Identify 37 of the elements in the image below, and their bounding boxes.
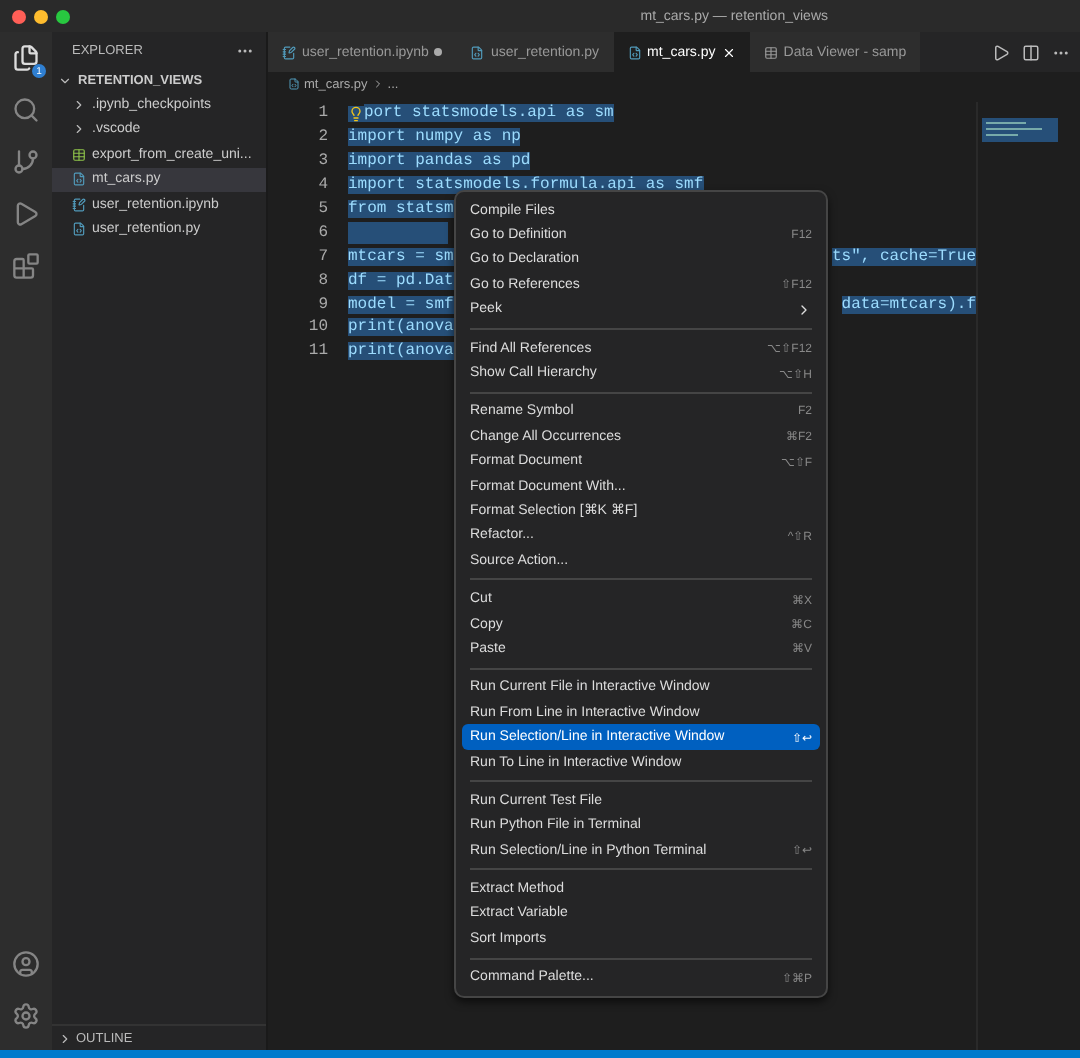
line-number: 1	[316, 104, 330, 123]
line-number: 9	[316, 295, 330, 314]
file-icon	[72, 172, 86, 187]
line-number: 4	[316, 176, 330, 195]
line-number: 7	[316, 247, 330, 266]
file-icon	[288, 78, 300, 90]
notebook-icon	[72, 197, 86, 212]
line-number: 6	[316, 223, 330, 242]
line-number: 11	[306, 342, 330, 361]
chevron-icon[interactable]	[58, 1031, 72, 1045]
run-icon[interactable]	[992, 43, 1010, 61]
line-number: 3	[316, 152, 330, 171]
close-icon[interactable]	[721, 45, 736, 59]
account-icon[interactable]	[12, 950, 40, 978]
close-button[interactable]	[12, 9, 26, 23]
minimize-button[interactable]	[34, 9, 48, 23]
file-icon	[72, 222, 86, 237]
line-number: 5	[316, 200, 330, 218]
table-icon	[763, 45, 778, 59]
file-icon	[627, 45, 642, 59]
file-icon	[470, 45, 485, 59]
minimap-drawing	[982, 118, 1062, 142]
branch-icon[interactable]	[12, 148, 40, 176]
lightbulb-icon[interactable]	[348, 105, 364, 122]
table-icon	[72, 147, 86, 162]
line-number: 2	[316, 128, 330, 147]
chevron-icon	[371, 78, 384, 90]
notebook-icon	[282, 45, 296, 59]
play-icon[interactable]	[12, 200, 40, 228]
chevron-icon[interactable]	[58, 73, 72, 88]
search-icon[interactable]	[12, 96, 40, 124]
extensions-icon[interactable]	[12, 252, 40, 280]
line-number: 10	[306, 318, 330, 337]
zoom-button[interactable]	[56, 9, 70, 23]
line-number: 8	[316, 271, 330, 290]
split-icon[interactable]	[1022, 43, 1040, 61]
settings-icon[interactable]	[12, 1002, 40, 1030]
